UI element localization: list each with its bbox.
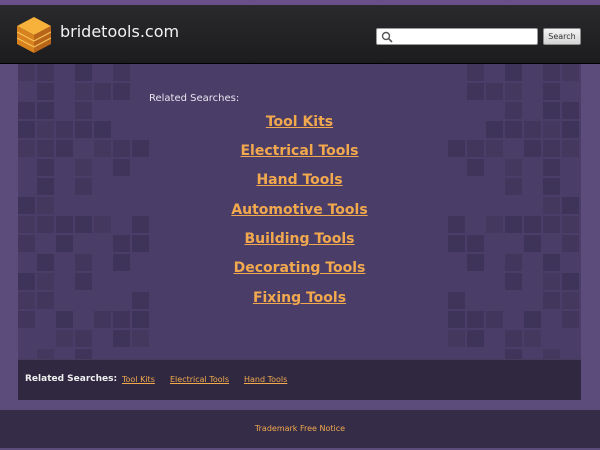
pattern-square xyxy=(505,330,522,347)
pattern-square xyxy=(486,83,503,100)
related-searches-heading: Related Searches: xyxy=(149,93,240,104)
pattern-square xyxy=(467,83,484,100)
site-name[interactable]: bridetools.com xyxy=(60,22,179,41)
pattern-square xyxy=(448,330,465,347)
pattern-square xyxy=(505,349,522,359)
related-link-tool-kits[interactable]: Tool Kits xyxy=(18,114,581,130)
related-searches-bar: Related Searches: Tool Kits Electrical T… xyxy=(18,359,581,400)
pattern-square xyxy=(562,311,579,328)
related-link-building-tools[interactable]: Building Tools xyxy=(18,231,581,247)
pattern-square xyxy=(132,311,149,328)
search-input[interactable] xyxy=(395,29,535,44)
bottom-related-label: Related Searches: xyxy=(25,374,118,384)
pattern-square xyxy=(562,64,579,81)
pattern-square xyxy=(37,83,54,100)
bottom-link-hand-tools[interactable]: Hand Tools xyxy=(244,375,287,384)
pattern-square xyxy=(505,64,522,81)
pattern-square xyxy=(467,64,484,81)
pattern-square xyxy=(505,83,522,100)
search-button[interactable]: Search xyxy=(543,28,581,45)
pattern-square xyxy=(18,311,35,328)
pattern-square xyxy=(56,311,73,328)
related-link-automotive-tools[interactable]: Automotive Tools xyxy=(18,202,581,218)
search-box[interactable] xyxy=(376,28,538,45)
pattern-square xyxy=(94,83,111,100)
pattern-square xyxy=(543,64,560,81)
pattern-square xyxy=(486,311,503,328)
footer: Trademark Free Notice xyxy=(0,410,600,448)
pattern-square xyxy=(113,64,130,81)
trademark-notice-link[interactable]: Trademark Free Notice xyxy=(0,424,600,433)
header-bar: bridetools.com Search xyxy=(0,5,600,64)
cube-logo-icon xyxy=(17,17,51,53)
main-content-panel: Related Searches: Tool Kits Electrical T… xyxy=(18,64,581,359)
pattern-square xyxy=(467,311,484,328)
pattern-square xyxy=(75,64,92,81)
pattern-square xyxy=(467,330,484,347)
pattern-square xyxy=(524,330,541,347)
pattern-square xyxy=(75,83,92,100)
pattern-square xyxy=(524,311,541,328)
pattern-square xyxy=(37,64,54,81)
related-link-hand-tools[interactable]: Hand Tools xyxy=(18,172,581,188)
pattern-square xyxy=(37,349,54,359)
pattern-square xyxy=(75,349,92,359)
search-icon xyxy=(381,31,393,43)
pattern-square xyxy=(113,311,130,328)
pattern-square xyxy=(94,311,111,328)
pattern-square xyxy=(75,330,92,347)
related-link-electrical-tools[interactable]: Electrical Tools xyxy=(18,143,581,159)
pattern-square xyxy=(132,330,149,347)
pattern-square xyxy=(543,83,560,100)
related-link-decorating-tools[interactable]: Decorating Tools xyxy=(18,260,581,276)
bottom-link-electrical-tools[interactable]: Electrical Tools xyxy=(170,375,229,384)
pattern-square xyxy=(113,330,130,347)
bottom-link-tool-kits[interactable]: Tool Kits xyxy=(122,375,155,384)
pattern-square xyxy=(18,64,35,81)
pattern-square xyxy=(56,330,73,347)
pattern-square xyxy=(113,83,130,100)
pattern-square xyxy=(448,311,465,328)
related-link-fixing-tools[interactable]: Fixing Tools xyxy=(18,290,581,306)
pattern-square xyxy=(543,349,560,359)
